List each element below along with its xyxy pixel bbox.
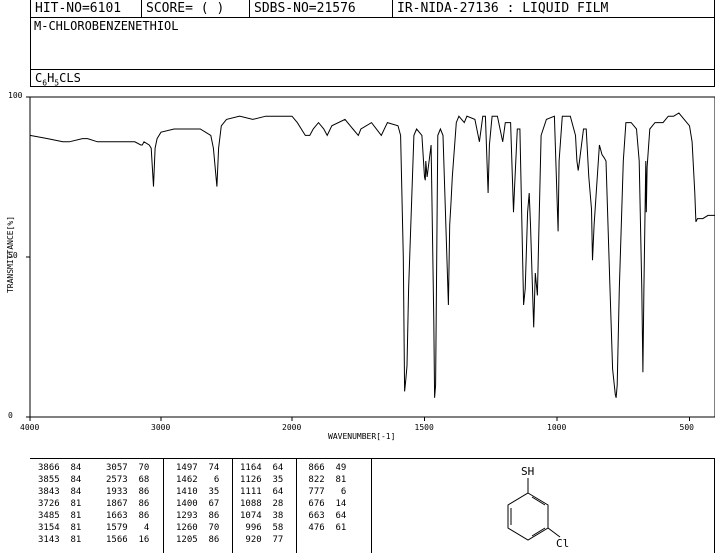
x-tick-label: 1500 [414,423,434,432]
peak-row: 1293 86 [176,511,220,521]
thiol-label: SH [521,465,535,478]
peak-row: 1126 35 [240,475,284,485]
peak-row: 663 64 [303,511,347,521]
peak-row: 1933 86 [106,487,150,497]
x-axis-label: WAVENUMBER[-1] [328,432,396,441]
x-tick-label: 500 [679,423,694,432]
x-tick-label: 1000 [547,423,567,432]
peak-column: 3866 84 3855 84 3843 84 3726 81 3485 81 3154 … [38,462,81,546]
spectrum-series-line [29,112,715,398]
axis-ticks [26,96,690,421]
peak-row: 1497 74 [176,463,220,473]
peak-row: 1663 86 [106,511,150,521]
x-tick-label: 4000 [20,423,40,432]
peak-column: 1164 64 1126 35 1111 64 1088 28 1074 38 996 … [240,462,283,546]
peak-column: 3057 70 2573 68 1933 86 1867 86 1663 86 1579 … [106,462,149,546]
y-tick-label: 100 [8,91,23,100]
peak-column: 866 49 822 81 777 6 676 14 663 64 476 61 [303,462,346,534]
peak-row: 777 6 [303,487,347,497]
peak-row: 1867 86 [106,499,150,509]
peak-table-divider [163,459,164,553]
peak-row: 3154 81 [38,523,82,533]
peak-row: 3843 84 [38,487,82,497]
peak-row: 1111 64 [240,487,284,497]
x-tick-label: 2000 [282,423,302,432]
peak-row: 476 61 [303,523,347,533]
peak-row: 1205 86 [176,535,220,545]
peak-row: 3485 81 [38,511,82,521]
peak-row: 3143 81 [38,535,82,545]
peak-row: 3866 84 [38,463,82,473]
peak-row: 2573 68 [106,475,150,485]
peak-table-divider [296,459,297,553]
peak-row: 920 77 [240,535,284,545]
peak-row: 3057 70 [106,463,150,473]
peak-row: 1462 6 [176,475,220,485]
peak-row: 1164 64 [240,463,284,473]
peak-row: 1579 4 [106,523,150,533]
peak-table-divider [232,459,233,553]
peak-row: 1410 35 [176,487,220,497]
peak-column: 1497 74 1462 6 1410 35 1400 67 1293 86 1260 7… [176,462,219,546]
peak-row: 3726 81 [38,499,82,509]
peak-row: 1400 67 [176,499,220,509]
chloro-label: Cl [556,537,570,550]
peak-row: 1088 28 [240,499,284,509]
structure-box [371,458,715,553]
peak-row: 676 14 [303,499,347,509]
peak-row: 996 58 [240,523,284,533]
peak-row: 1260 70 [176,523,220,533]
ir-spectrum-chart [26,96,715,421]
peak-row: 866 49 [303,463,347,473]
peak-row: 1566 16 [106,535,150,545]
peak-row: 1074 38 [240,511,284,521]
x-tick-label: 3000 [151,423,171,432]
y-axis-label: TRANSMITTANCE[%] [6,215,16,294]
y-tick-label: 0 [8,411,13,420]
peak-row: 822 81 [303,475,347,485]
peak-row: 3855 84 [38,475,82,485]
